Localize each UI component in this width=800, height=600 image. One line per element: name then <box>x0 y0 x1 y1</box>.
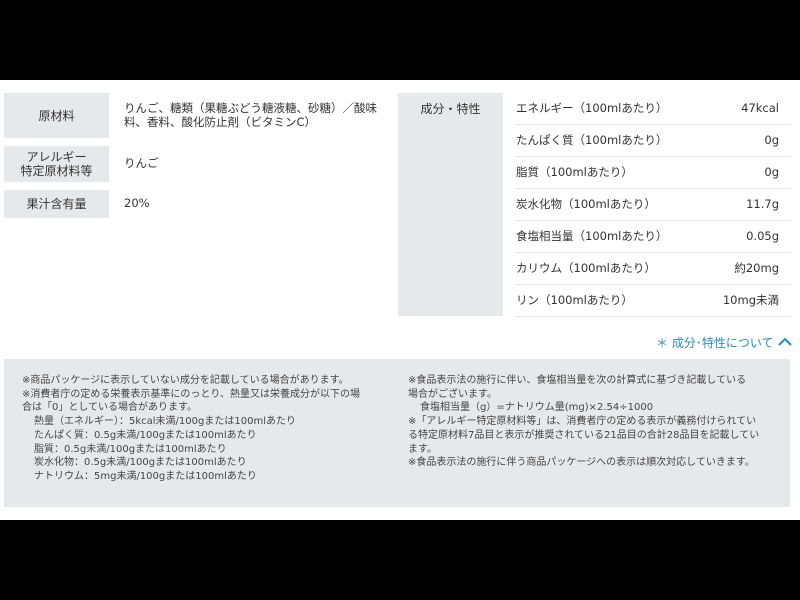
note-line: ナトリウム：5mg未満/100gまたは100mlあたり <box>34 470 257 482</box>
nutrition-row-value: 0g <box>764 165 779 179</box>
nutrition-row-name: カリウム（100mlあたり） <box>516 261 656 275</box>
allergens-label: アレルギー 特定原材料等 <box>4 146 109 182</box>
nutrition-row-value: 約20mg <box>734 261 779 275</box>
nutrition-row-name: 食塩相当量（100mlあたり） <box>516 229 668 243</box>
note-line: ※食品表示法の施行に伴い、食塩相当量を次の計算式に基づき記載している <box>408 375 747 386</box>
note-line: 合は「0」としている場合があります。 <box>22 402 198 414</box>
nutrition-row-protein: たんぱく質（100mlあたり） 0g <box>516 125 791 157</box>
nutrition-row-energy: エネルギー（100mlあたり） 47kcal <box>516 93 791 125</box>
nutrition-label-text: 成分・特性 <box>420 102 481 116</box>
note-line: ※食品表示法の施行に伴う商品パッケージへの表示は順次対応していきます。 <box>408 457 755 469</box>
notes-box: ※商品パッケージに表示していない成分を記載している場合があります。 ※消費者庁の… <box>4 359 790 507</box>
note-line: ※「アレルギー特定原材料等」は、消費者庁の定める表示が義務付けられてい <box>408 416 757 428</box>
product-info-panel: 原材料 りんご、糖類（果糖ぶどう糖液糖、砂糖）／酸味 料、香料、酸化防止剤（ビタ… <box>0 80 800 520</box>
nutrition-row-value: 47kcal <box>741 101 779 115</box>
notes-right-column: ※食品表示法の施行に伴い、食塩相当量を次の計算式に基づき記載している 場合がござ… <box>408 374 759 470</box>
nutrition-row-phosphorus: リン（100mlあたり） 10mg未満 <box>516 285 791 317</box>
nutrition-label: 成分・特性 <box>398 93 503 316</box>
ingredients-label: 原材料 <box>4 93 109 138</box>
juice-content-label: 果汁含有量 <box>4 190 109 218</box>
note-line: たんぱく質：0.5g未満/100gまたは100mlあたり <box>34 429 257 441</box>
note-line: 炭水化物：0.5g未満/100gまたは100mlあたり <box>34 457 247 469</box>
note-line: 場合がございます。 <box>408 388 497 400</box>
nutrition-row-value: 0g <box>764 133 779 147</box>
allergens-label-line-2: 特定原材料等 <box>20 164 93 178</box>
note-line: ます。 <box>408 443 437 455</box>
juice-content-value: 20% <box>124 196 150 210</box>
ingredients-value: りんご、糖類（果糖ぶどう糖液糖、砂糖）／酸味 料、香料、酸化防止剤（ビタミンC） <box>124 101 384 129</box>
ingredients-line-2: 料、香料、酸化防止剤（ビタミンC） <box>124 115 317 129</box>
nutrition-row-name: リン（100mlあたり） <box>516 293 633 307</box>
nutrition-row-name: エネルギー（100mlあたり） <box>516 101 668 115</box>
note-line: 脂質：0.5g未満/100gまたは100mlあたり <box>34 443 227 455</box>
allergens-value: りんご <box>124 156 159 170</box>
note-line: 熱量（エネルギー）：5kcal未満/100gまたは100mlあたり <box>34 416 296 428</box>
nutrition-row-value: 0.05g <box>746 229 779 243</box>
nutrition-row-name: たんぱく質（100mlあたり） <box>516 133 668 147</box>
nutrition-row-name: 脂質（100mlあたり） <box>516 165 633 179</box>
nutrition-row-value: 10mg未満 <box>722 293 779 307</box>
allergens-label-line-1: アレルギー <box>26 150 87 164</box>
juice-content-label-text: 果汁含有量 <box>26 197 87 211</box>
chevron-up-icon[interactable] <box>777 337 793 347</box>
ingredients-line-1: りんご、糖類（果糖ぶどう糖液糖、砂糖）／酸味 <box>124 101 377 115</box>
nutrition-row-carbohydrate: 炭水化物（100mlあたり） 11.7g <box>516 189 791 221</box>
nutrition-row-name: 炭水化物（100mlあたり） <box>516 197 656 211</box>
nutrition-row-value: 11.7g <box>746 197 779 211</box>
nutrition-info-toggle-label[interactable]: ＊ 成分･特性について <box>656 334 773 351</box>
ingredients-label-text: 原材料 <box>38 108 75 123</box>
nutrition-row-potassium: カリウム（100mlあたり） 約20mg <box>516 253 791 285</box>
nutrition-row-salt: 食塩相当量（100mlあたり） 0.05g <box>516 221 791 253</box>
nutrition-info-toggle[interactable]: ＊ 成分･特性について <box>656 333 793 351</box>
note-line: 食塩相当量（g）=ナトリウム量(mg)×2.54÷1000 <box>420 402 654 414</box>
note-line: ※消費者庁の定める栄養表示基準にのっとり、熱量又は栄養成分が以下の場 <box>22 388 360 400</box>
nutrition-row-fat: 脂質（100mlあたり） 0g <box>516 157 791 189</box>
note-line: ※商品パッケージに表示していない成分を記載している場合があります。 <box>22 375 349 386</box>
notes-left-column: ※商品パッケージに表示していない成分を記載している場合があります。 ※消費者庁の… <box>22 374 360 484</box>
note-line: る特定原材料7品目と表示が推奨されている21品目の合計28品目を記載してい <box>408 429 760 441</box>
